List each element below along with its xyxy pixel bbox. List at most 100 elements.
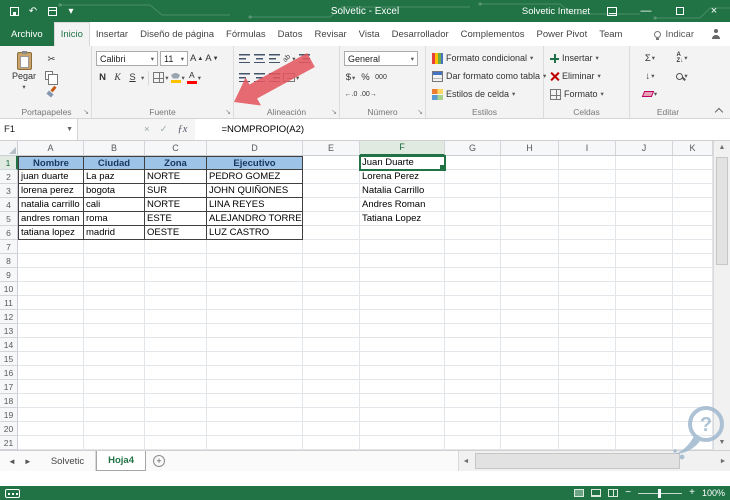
cell-f20[interactable]	[360, 422, 445, 436]
paste-button[interactable]: Pegar ▾	[6, 49, 42, 103]
cell-g11[interactable]	[445, 296, 501, 310]
cell-f17[interactable]	[360, 380, 445, 394]
cell-g8[interactable]	[445, 254, 501, 268]
scroll-right-icon[interactable]: ►	[716, 458, 730, 465]
cell-g12[interactable]	[445, 310, 501, 324]
vertical-scrollbar[interactable]: ▲ ▼	[713, 141, 730, 450]
cell-b19[interactable]	[84, 408, 145, 422]
column-header-k[interactable]: K	[673, 141, 713, 156]
cell-e5[interactable]	[303, 212, 360, 226]
row-header-6[interactable]: 6	[0, 226, 18, 240]
enter-icon[interactable]: ✓	[160, 124, 168, 135]
cell-c8[interactable]	[145, 254, 207, 268]
cell-i5[interactable]	[559, 212, 616, 226]
cell-k14[interactable]	[673, 338, 713, 352]
cell-i1[interactable]	[559, 156, 616, 170]
cell-f4[interactable]: Andres Roman	[360, 198, 445, 212]
cell-i16[interactable]	[559, 366, 616, 380]
cell-i21[interactable]	[559, 436, 616, 450]
cell-a4[interactable]: natalia carrillo	[18, 198, 84, 212]
cell-k5[interactable]	[673, 212, 713, 226]
align-right-button[interactable]	[268, 70, 281, 85]
cell-f3[interactable]: Natalia Carrillo	[360, 184, 445, 198]
ribbon-display-options-icon[interactable]	[600, 0, 624, 22]
column-header-a[interactable]: A	[18, 141, 84, 156]
cell-j3[interactable]	[616, 184, 673, 198]
tab-vista[interactable]: Vista	[353, 22, 386, 46]
cell-e17[interactable]	[303, 380, 360, 394]
cell-b15[interactable]	[84, 352, 145, 366]
tab-power-pivot[interactable]: Power Pivot	[531, 22, 594, 46]
collapse-ribbon-icon[interactable]	[715, 107, 722, 114]
cell-j21[interactable]	[616, 436, 673, 450]
cell-i6[interactable]	[559, 226, 616, 240]
cell-h15[interactable]	[501, 352, 559, 366]
cell-d8[interactable]	[207, 254, 303, 268]
sheet-tab-solvetic[interactable]: Solvetic	[40, 451, 97, 471]
row-header-5[interactable]: 5	[0, 212, 18, 226]
cell-j12[interactable]	[616, 310, 673, 324]
cell-g1[interactable]	[445, 156, 501, 170]
clear-button[interactable]: ▾	[634, 87, 666, 102]
italic-button[interactable]: K	[111, 70, 124, 85]
borders-button[interactable]: ▾	[153, 70, 169, 85]
cell-a16[interactable]	[18, 366, 84, 380]
cell-a15[interactable]	[18, 352, 84, 366]
align-top-button[interactable]	[238, 51, 251, 66]
row-header-20[interactable]: 20	[0, 422, 18, 436]
cell-j9[interactable]	[616, 268, 673, 282]
cell-c5[interactable]: ESTE	[145, 212, 207, 226]
cell-b2[interactable]: La paz	[84, 170, 145, 184]
tab-dise-o-de-p-gina[interactable]: Diseño de página	[134, 22, 220, 46]
cell-e2[interactable]	[303, 170, 360, 184]
cell-h16[interactable]	[501, 366, 559, 380]
cell-k15[interactable]	[673, 352, 713, 366]
column-header-h[interactable]: H	[501, 141, 559, 156]
next-sheet-icon[interactable]: ►	[24, 457, 32, 466]
zoom-in-button[interactable]: +	[689, 488, 695, 498]
cell-d18[interactable]	[207, 394, 303, 408]
zoom-out-button[interactable]: −	[625, 488, 631, 498]
cell-k19[interactable]	[673, 408, 713, 422]
cell-c3[interactable]: SUR	[145, 184, 207, 198]
insert-cells-button[interactable]: Insertar ▾	[548, 49, 625, 67]
row-header-21[interactable]: 21	[0, 436, 18, 450]
cell-a19[interactable]	[18, 408, 84, 422]
cell-d11[interactable]	[207, 296, 303, 310]
cancel-icon[interactable]: ×	[144, 124, 150, 135]
row-header-2[interactable]: 2	[0, 170, 18, 184]
tell-me-box[interactable]: Indicar	[646, 22, 702, 46]
format-cells-button[interactable]: Formato ▾	[548, 85, 625, 103]
cell-c18[interactable]	[145, 394, 207, 408]
cell-e14[interactable]	[303, 338, 360, 352]
cell-e9[interactable]	[303, 268, 360, 282]
cell-h14[interactable]	[501, 338, 559, 352]
cell-c19[interactable]	[145, 408, 207, 422]
cell-i20[interactable]	[559, 422, 616, 436]
cell-h4[interactable]	[501, 198, 559, 212]
touch-keyboard-icon[interactable]	[5, 488, 20, 498]
format-painter-button[interactable]	[45, 84, 58, 99]
cell-e8[interactable]	[303, 254, 360, 268]
cell-d4[interactable]: LINA REYES	[207, 198, 303, 212]
cell-e13[interactable]	[303, 324, 360, 338]
cell-b5[interactable]: roma	[84, 212, 145, 226]
cell-k1[interactable]	[673, 156, 713, 170]
increase-font-size-button[interactable]: A ▲	[190, 51, 203, 66]
cell-k10[interactable]	[673, 282, 713, 296]
row-header-19[interactable]: 19	[0, 408, 18, 422]
thousands-format-button[interactable]: 000	[374, 74, 388, 81]
cell-k12[interactable]	[673, 310, 713, 324]
cell-j10[interactable]	[616, 282, 673, 296]
cell-j1[interactable]	[616, 156, 673, 170]
cell-k9[interactable]	[673, 268, 713, 282]
copy-button[interactable]: ▾	[45, 68, 59, 85]
cell-a14[interactable]	[18, 338, 84, 352]
cell-b18[interactable]	[84, 394, 145, 408]
cell-e1[interactable]	[303, 156, 360, 170]
tab-f-rmulas[interactable]: Fórmulas	[220, 22, 272, 46]
tab-archivo[interactable]: Archivo	[0, 22, 54, 46]
cell-g18[interactable]	[445, 394, 501, 408]
delete-cells-button[interactable]: Eliminar ▾	[548, 67, 625, 85]
cell-e19[interactable]	[303, 408, 360, 422]
